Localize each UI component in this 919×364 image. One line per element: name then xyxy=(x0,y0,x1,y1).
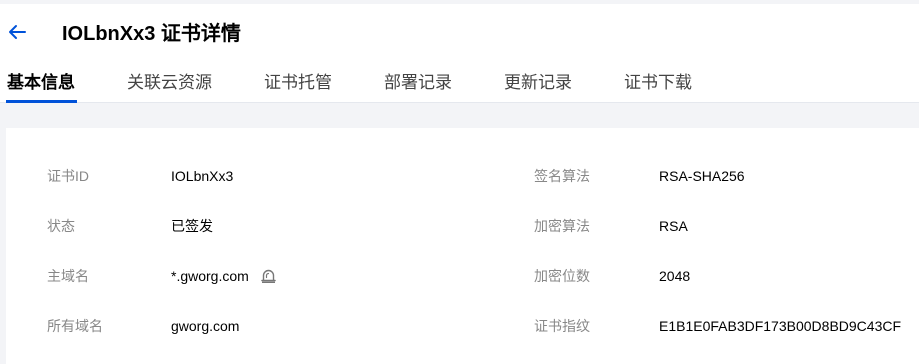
all-domains-value: gworg.com xyxy=(171,318,240,334)
fingerprint-label: 证书指纹 xyxy=(534,318,590,334)
tab-certificate-download[interactable]: 证书下载 xyxy=(624,70,692,96)
signature-algorithm-label: 签名算法 xyxy=(534,168,590,184)
tab-associated-cloud-resources[interactable]: 关联云资源 xyxy=(127,70,212,96)
all-domains-label: 所有域名 xyxy=(47,318,103,334)
page-header: IOLbnXx3 证书详情 xyxy=(0,4,919,64)
status-label: 状态 xyxy=(47,218,75,234)
primary-domain-value: *.gworg.com xyxy=(171,268,249,284)
key-bits-label: 加密位数 xyxy=(534,268,590,284)
cert-id-label: 证书ID xyxy=(47,168,89,184)
tab-certificate-hosting[interactable]: 证书托管 xyxy=(264,70,332,96)
primary-domain-label: 主域名 xyxy=(47,268,89,284)
tab-update-records[interactable]: 更新记录 xyxy=(504,70,572,96)
tab-deployment-records[interactable]: 部署记录 xyxy=(384,70,452,96)
encryption-algorithm-value: RSA xyxy=(659,218,688,234)
status-value: 已签发 xyxy=(171,218,213,234)
cert-id-value: IOLbnXx3 xyxy=(171,168,234,184)
page-title: IOLbnXx3 证书详情 xyxy=(62,23,241,45)
signature-algorithm-value: RSA-SHA256 xyxy=(659,168,745,184)
tab-bar: 基本信息 关联云资源 证书托管 部署记录 更新记录 证书下载 xyxy=(0,64,919,103)
fingerprint-value: E1B1E0FAB3DF173B00D8BD9C43CF xyxy=(659,318,902,334)
details-card: 证书ID IOLbnXx3 状态 已签发 主域名 *.gworg.com 所有域… xyxy=(6,128,919,364)
key-bits-value: 2048 xyxy=(659,268,691,284)
back-button[interactable] xyxy=(5,20,29,44)
arrow-left-icon xyxy=(9,25,26,39)
encryption-algorithm-label: 加密算法 xyxy=(534,218,590,234)
tab-basic-info[interactable]: 基本信息 xyxy=(7,70,75,96)
alert-bell-icon[interactable] xyxy=(260,267,277,284)
